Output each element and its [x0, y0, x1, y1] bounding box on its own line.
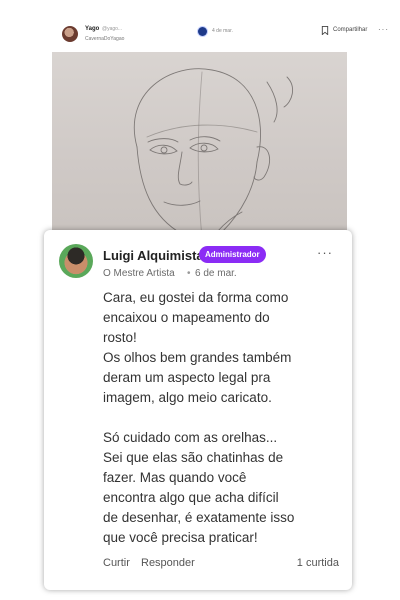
- comment-line: Só cuidado com as orelhas...: [103, 430, 278, 445]
- comment-line: deram um aspecto legal pra: [103, 370, 271, 385]
- comment-author-avatar[interactable]: [59, 244, 93, 278]
- post-date: 4 de mar.: [212, 28, 233, 34]
- comment-actions: Curtir Responder 1 curtida: [103, 557, 339, 571]
- bookmark-icon[interactable]: [321, 26, 329, 35]
- comment-line: Cara, eu gostei da forma como: [103, 290, 289, 305]
- comment-line: encaixou o mapeamento do: [103, 310, 270, 325]
- comment-line: de desenhar, é exatamente isso: [103, 510, 295, 525]
- comment-card: Luigi Alquimista Administrador ··· O Mes…: [44, 230, 352, 590]
- post-author-name[interactable]: Yago: [85, 26, 99, 32]
- post-header: Yago @yago... CavernaDoYagao 4 de mar. C…: [52, 16, 388, 52]
- post-author-avatar[interactable]: [62, 26, 78, 42]
- comment-line: Os olhos bem grandes também: [103, 350, 292, 365]
- comment-line: Sei que elas são chatinhas de: [103, 450, 284, 465]
- comment-line: imagem, algo meio caricato.: [103, 390, 272, 405]
- reply-button[interactable]: Responder: [141, 557, 195, 569]
- admin-badge: Administrador: [199, 246, 266, 263]
- separator-dot: •: [187, 268, 191, 279]
- comment-author-title: O Mestre Artista: [103, 268, 175, 279]
- comment-line: encontra algo que acha difícil: [103, 490, 279, 505]
- comment-body: Cara, eu gostei da forma como encaixou o…: [103, 288, 333, 548]
- post-author-subtitle: CavernaDoYagao: [85, 36, 125, 42]
- comment-line: fazer. Mas quando você: [103, 470, 247, 485]
- comment-line: rosto!: [103, 330, 137, 345]
- share-button[interactable]: Compartilhar: [333, 27, 367, 33]
- community-badge-icon: [198, 27, 207, 36]
- comment-date: 6 de mar.: [195, 268, 237, 279]
- like-button[interactable]: Curtir: [103, 557, 130, 569]
- post-image-sketch: [52, 52, 347, 239]
- like-count[interactable]: 1 curtida: [297, 557, 339, 569]
- post-author-handle: @yago...: [102, 26, 123, 32]
- comment-more-button[interactable]: ···: [317, 245, 333, 260]
- comment-line: que você precisa praticar!: [103, 530, 258, 545]
- comment-author-name[interactable]: Luigi Alquimista: [103, 248, 204, 263]
- post-more-button[interactable]: ···: [378, 25, 389, 34]
- face-sketch-drawing: [133, 68, 294, 239]
